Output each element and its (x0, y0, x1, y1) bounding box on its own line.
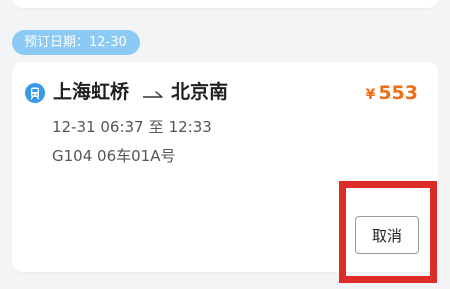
order-list-screen: 预订日期：12-30 上海虹桥 北京南 ¥553 12-31 06:37 至 1… (0, 0, 450, 289)
previous-order-card (12, 0, 438, 8)
arrival-time: 12:33 (168, 118, 212, 136)
time-separator: 至 (148, 118, 164, 136)
train-icon (25, 83, 45, 103)
currency-symbol: ¥ (365, 87, 376, 103)
travel-time: 12-31 06:37 至 12:33 (52, 117, 212, 137)
booking-date-chip: 预订日期：12-30 (12, 30, 140, 55)
seat-info: G104 06车01A号 (52, 147, 176, 165)
one-way-arrow-icon (142, 86, 164, 105)
departure-time: 12-31 06:37 (52, 118, 144, 136)
price-amount: 553 (378, 82, 418, 104)
arrival-station: 北京南 (171, 81, 229, 103)
cancel-order-button[interactable]: 取消 (355, 216, 419, 254)
order-price: ¥553 (366, 81, 418, 107)
departure-station: 上海虹桥 (53, 81, 130, 103)
